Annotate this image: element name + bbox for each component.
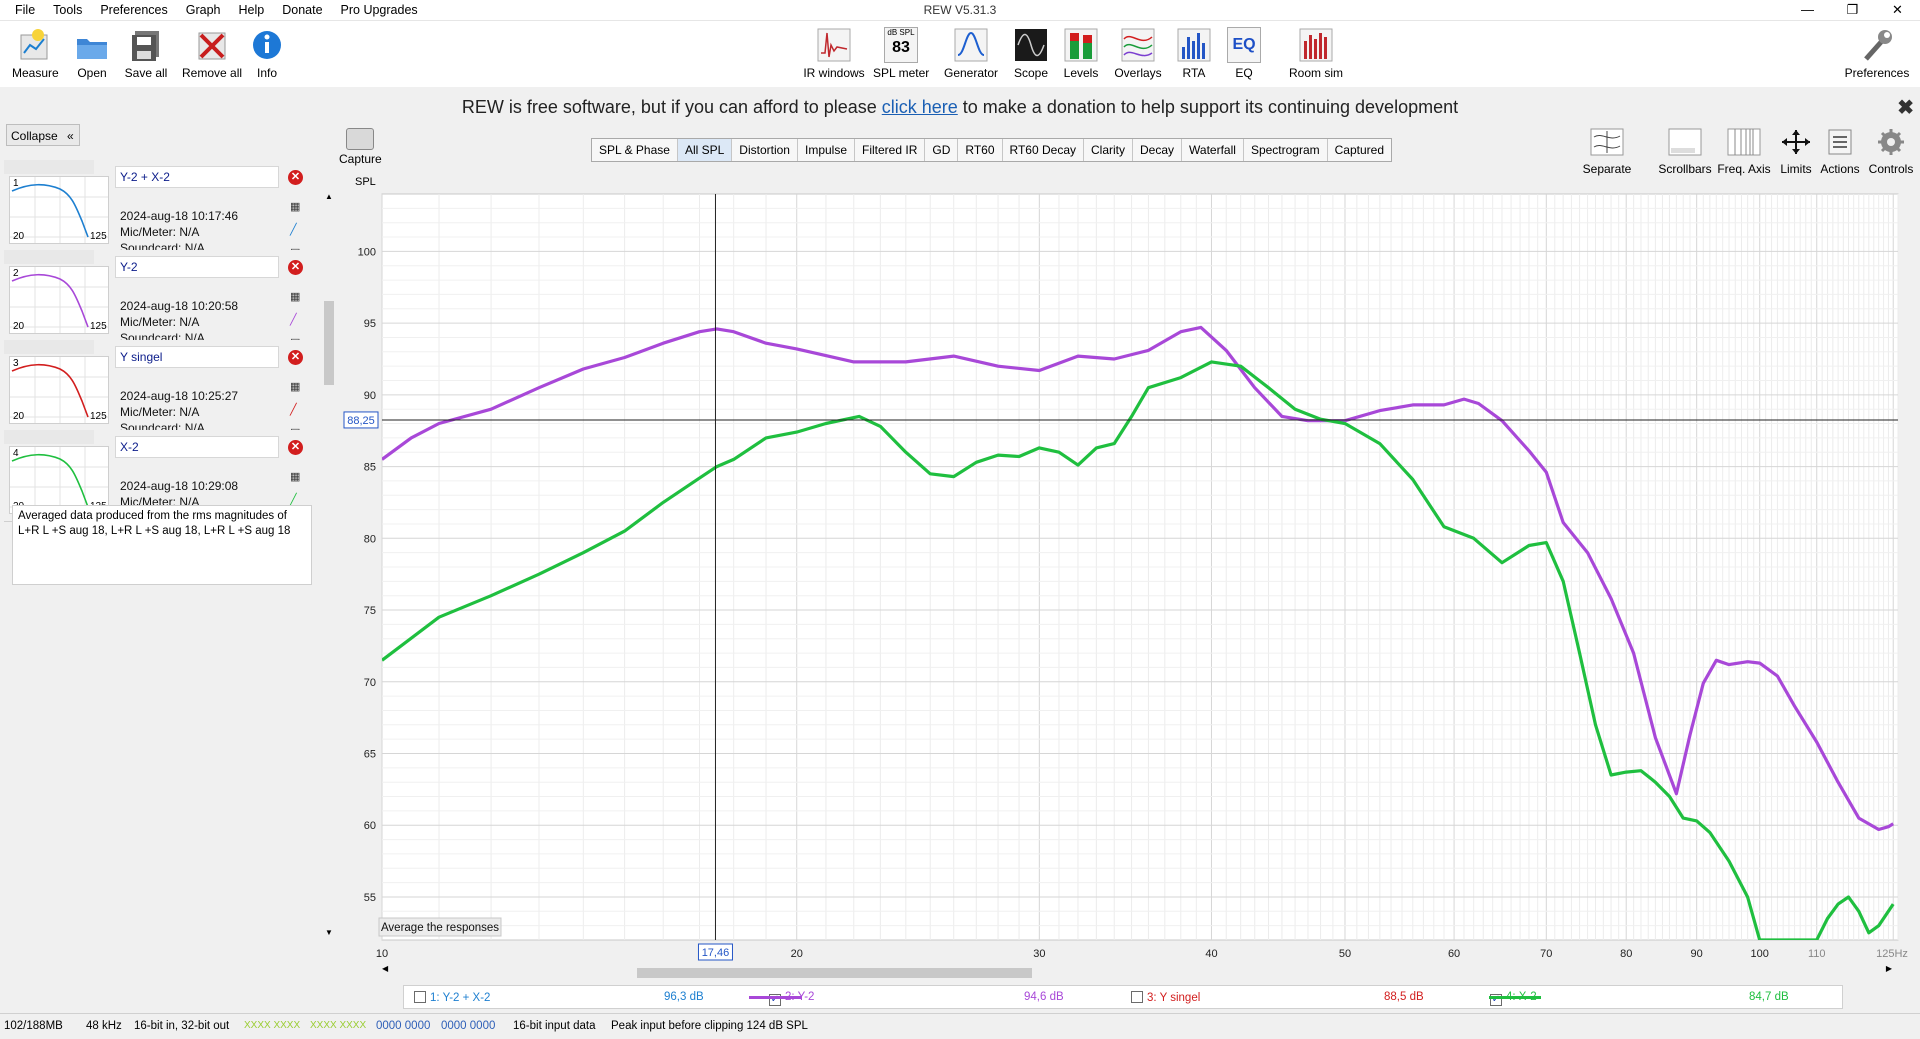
- legend-line-swatch: [1489, 996, 1541, 999]
- peak-input: Peak input before clipping 124 dB SPL: [611, 1020, 808, 1032]
- y-tick-label: 55: [364, 892, 376, 904]
- y-tick-label: 100: [358, 246, 376, 258]
- y-tick-label: 85: [364, 462, 376, 474]
- legend-line-swatch: [749, 996, 801, 999]
- cursor-y-readout: 88,25: [347, 415, 375, 427]
- graph-legend: 1: Y-2 + X-296,3 dB✓2: Y-294,6 dB3: Y si…: [403, 985, 1843, 1009]
- legend-value: 94,6 dB: [1024, 991, 1064, 1003]
- y-tick-label: 95: [364, 318, 376, 330]
- status-bar: 102/188MB 48 kHz 16-bit in, 32-bit out X…: [0, 1013, 1920, 1039]
- input-hex-left: 0000 0000: [376, 1020, 431, 1032]
- average-responses-label: Average the responses: [381, 922, 499, 934]
- x-tick-label: 30: [1033, 948, 1045, 960]
- x-tick-label: 70: [1540, 948, 1552, 960]
- x-tick-label: 40: [1205, 948, 1217, 960]
- x-tick-label: 100: [1751, 948, 1769, 960]
- x-tick-label: 20: [791, 948, 803, 960]
- legend-item[interactable]: 3: Y singel: [1131, 991, 1200, 1004]
- x-tick-label: 90: [1691, 948, 1703, 960]
- y-tick-label: 80: [364, 533, 376, 545]
- cursor-x-readout: 17,46: [702, 947, 730, 959]
- input-level-right: XXXX XXXX: [310, 1020, 367, 1031]
- y-tick-label: 75: [364, 605, 376, 617]
- legend-value: 84,7 dB: [1749, 991, 1789, 1003]
- x-tick-label: 80: [1620, 948, 1632, 960]
- x-tick-label: 125Hz: [1876, 948, 1908, 960]
- legend-checkbox[interactable]: [414, 991, 426, 1003]
- x-tick-label: 110: [1808, 948, 1826, 960]
- bit-depth: 16-bit in, 32-bit out: [134, 1020, 230, 1032]
- memory-usage: 102/188MB: [4, 1020, 63, 1032]
- graph-horizontal-scrollbar[interactable]: ◀ ▶: [382, 964, 1892, 978]
- x-tick-label: 60: [1448, 948, 1460, 960]
- spl-graph[interactable]: 100 95 90 85 80 75 70 65 60 55 10 20 30 40 50 60 70 80 90 1…: [0, 0, 1920, 1000]
- y-tick-label: 65: [364, 749, 376, 761]
- horizontal-scroll-thumb[interactable]: [637, 968, 1032, 978]
- input-data-format: 16-bit input data: [513, 1020, 596, 1032]
- legend-label: 3: Y singel: [1147, 992, 1201, 1004]
- input-level-left: XXXX XXXX: [244, 1020, 301, 1031]
- y-tick-label: 70: [364, 677, 376, 689]
- x-tick-label: 10: [376, 948, 388, 960]
- sample-rate: 48 kHz: [86, 1020, 122, 1032]
- y-tick-label: 90: [364, 390, 376, 402]
- y-tick-label: 60: [364, 820, 376, 832]
- legend-checkbox[interactable]: [1131, 991, 1143, 1003]
- legend-label: 1: Y-2 + X-2: [430, 992, 491, 1004]
- scroll-left-arrow[interactable]: ◀: [382, 964, 388, 973]
- legend-value: 88,5 dB: [1384, 991, 1424, 1003]
- scroll-right-arrow[interactable]: ▶: [1886, 964, 1892, 973]
- input-hex-right: 0000 0000: [441, 1020, 496, 1032]
- legend-item[interactable]: 1: Y-2 + X-2: [414, 991, 490, 1004]
- legend-value: 96,3 dB: [664, 991, 704, 1003]
- x-tick-label: 50: [1339, 948, 1351, 960]
